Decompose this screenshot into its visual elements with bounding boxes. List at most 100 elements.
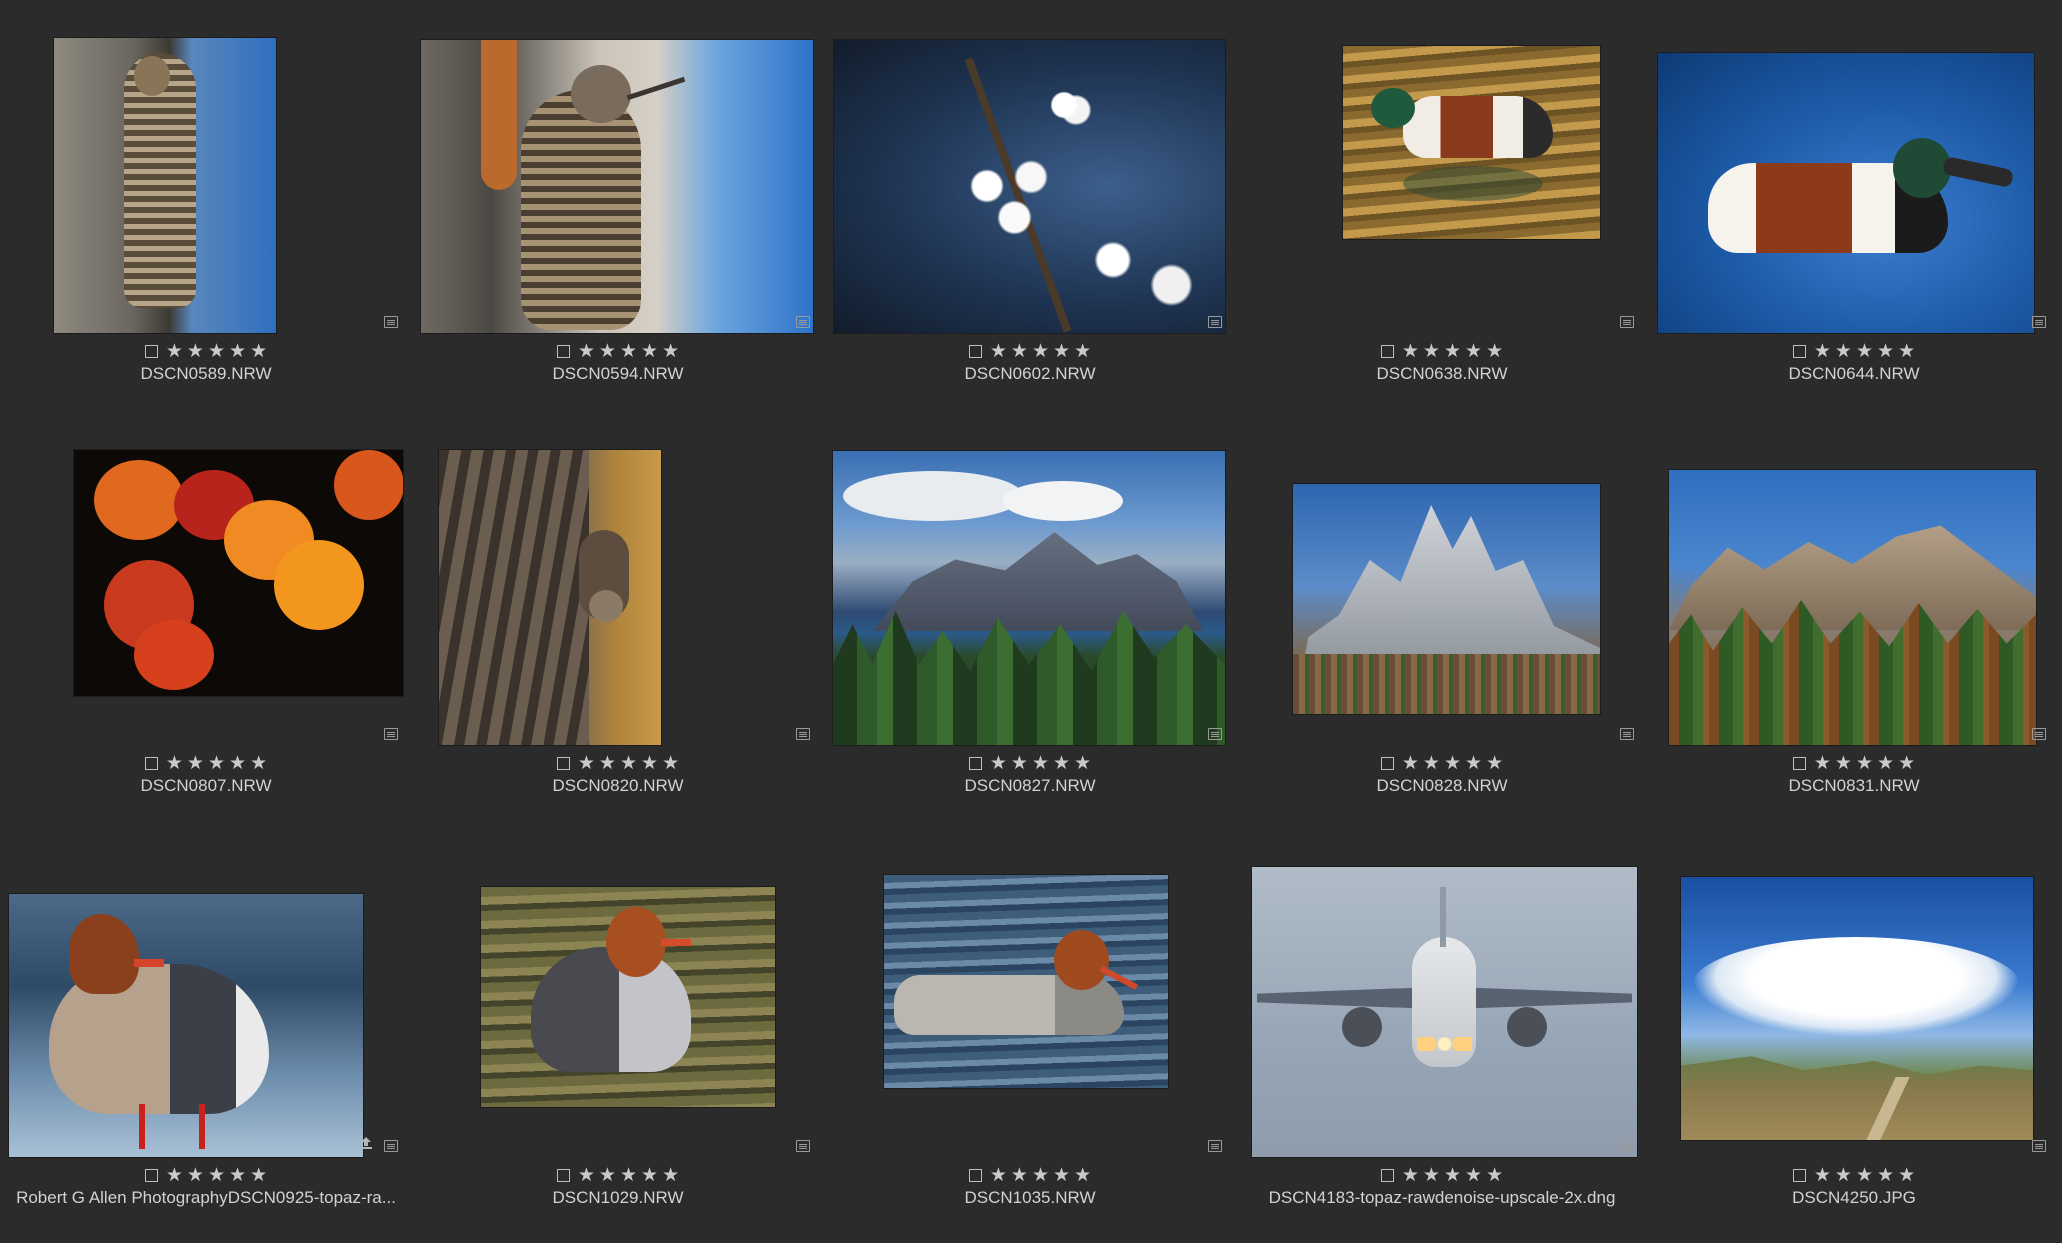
star-icon[interactable]: ★ <box>620 342 637 361</box>
star-icon[interactable]: ★ <box>662 1166 679 1185</box>
star-icon[interactable]: ★ <box>187 754 204 773</box>
star-icon[interactable]: ★ <box>1053 754 1070 773</box>
metadata-icon[interactable] <box>384 728 398 740</box>
star-icon[interactable]: ★ <box>1011 342 1028 361</box>
star-icon[interactable]: ★ <box>620 754 637 773</box>
metadata-icon[interactable] <box>2032 316 2046 328</box>
metadata-icon[interactable] <box>384 1140 398 1152</box>
star-icon[interactable]: ★ <box>990 342 1007 361</box>
star-icon[interactable]: ★ <box>187 342 204 361</box>
star-icon[interactable]: ★ <box>1486 754 1503 773</box>
file-name[interactable]: DSCN1035.NRW <box>824 1188 1236 1208</box>
star-icon[interactable]: ★ <box>166 754 183 773</box>
star-icon[interactable]: ★ <box>1877 754 1894 773</box>
star-icon[interactable]: ★ <box>1423 754 1440 773</box>
star-icon[interactable]: ★ <box>662 754 679 773</box>
star-icon[interactable]: ★ <box>250 342 267 361</box>
flag-checkbox[interactable] <box>556 344 570 358</box>
metadata-icon[interactable] <box>1620 728 1634 740</box>
star-icon[interactable]: ★ <box>1053 342 1070 361</box>
metadata-icon[interactable] <box>796 728 810 740</box>
star-icon[interactable]: ★ <box>250 1166 267 1185</box>
metadata-icon[interactable] <box>1620 316 1634 328</box>
file-name[interactable]: DSCN0644.NRW <box>1648 364 2060 384</box>
star-icon[interactable]: ★ <box>1814 754 1831 773</box>
star-icon[interactable]: ★ <box>1898 754 1915 773</box>
star-icon[interactable]: ★ <box>1814 342 1831 361</box>
metadata-icon[interactable] <box>1208 728 1222 740</box>
thumbnail-image[interactable] <box>833 451 1225 745</box>
flag-checkbox[interactable] <box>1792 1168 1806 1182</box>
file-name[interactable]: DSCN4250.JPG <box>1648 1188 2060 1208</box>
file-name[interactable]: DSCN0638.NRW <box>1236 364 1648 384</box>
thumbnail-image[interactable] <box>1669 470 2036 745</box>
star-icon[interactable]: ★ <box>578 754 595 773</box>
flag-checkbox[interactable] <box>556 756 570 770</box>
star-icon[interactable]: ★ <box>1877 342 1894 361</box>
star-icon[interactable]: ★ <box>1465 754 1482 773</box>
thumbnail-image[interactable] <box>74 450 403 696</box>
thumbnail-image[interactable] <box>1252 867 1637 1157</box>
star-icon[interactable]: ★ <box>990 1166 1007 1185</box>
thumbnail-image[interactable] <box>421 40 813 333</box>
star-icon[interactable]: ★ <box>1011 754 1028 773</box>
flag-checkbox[interactable] <box>556 1168 570 1182</box>
star-icon[interactable]: ★ <box>1032 1166 1049 1185</box>
metadata-icon[interactable] <box>796 1140 810 1152</box>
star-icon[interactable]: ★ <box>250 754 267 773</box>
thumbnail-image[interactable] <box>439 450 661 745</box>
star-icon[interactable]: ★ <box>208 342 225 361</box>
star-icon[interactable]: ★ <box>1053 1166 1070 1185</box>
thumbnail-image[interactable] <box>834 40 1225 333</box>
star-icon[interactable]: ★ <box>641 342 658 361</box>
star-icon[interactable]: ★ <box>1074 754 1091 773</box>
flag-checkbox[interactable] <box>1380 756 1394 770</box>
thumbnail-image[interactable] <box>1293 484 1600 714</box>
file-name[interactable]: DSCN0831.NRW <box>1648 776 2060 796</box>
star-icon[interactable]: ★ <box>1444 342 1461 361</box>
flag-checkbox[interactable] <box>1792 344 1806 358</box>
flag-checkbox[interactable] <box>1792 756 1806 770</box>
file-name[interactable]: DSCN0828.NRW <box>1236 776 1648 796</box>
metadata-icon[interactable] <box>2032 728 2046 740</box>
star-icon[interactable]: ★ <box>641 1166 658 1185</box>
star-icon[interactable]: ★ <box>1465 1166 1482 1185</box>
star-icon[interactable]: ★ <box>1856 342 1873 361</box>
star-icon[interactable]: ★ <box>1898 1166 1915 1185</box>
export-icon[interactable] <box>358 1136 374 1150</box>
star-icon[interactable]: ★ <box>1032 754 1049 773</box>
star-icon[interactable]: ★ <box>1444 1166 1461 1185</box>
thumbnail-image[interactable] <box>9 894 363 1157</box>
star-icon[interactable]: ★ <box>187 1166 204 1185</box>
star-icon[interactable]: ★ <box>208 754 225 773</box>
star-icon[interactable]: ★ <box>166 342 183 361</box>
metadata-icon[interactable] <box>1208 1140 1222 1152</box>
flag-checkbox[interactable] <box>968 756 982 770</box>
star-icon[interactable]: ★ <box>990 754 1007 773</box>
metadata-icon[interactable] <box>1620 1140 1634 1152</box>
star-icon[interactable]: ★ <box>1486 1166 1503 1185</box>
star-icon[interactable]: ★ <box>1877 1166 1894 1185</box>
star-icon[interactable]: ★ <box>1856 754 1873 773</box>
flag-checkbox[interactable] <box>144 756 158 770</box>
thumbnail-image[interactable] <box>54 38 276 333</box>
file-name[interactable]: DSCN0589.NRW <box>0 364 412 384</box>
star-icon[interactable]: ★ <box>208 1166 225 1185</box>
flag-checkbox[interactable] <box>1380 344 1394 358</box>
star-icon[interactable]: ★ <box>229 754 246 773</box>
thumbnail-image[interactable] <box>884 875 1168 1088</box>
star-icon[interactable]: ★ <box>578 1166 595 1185</box>
flag-checkbox[interactable] <box>1380 1168 1394 1182</box>
vertical-scrollbar[interactable] <box>2052 0 2062 1243</box>
file-name[interactable]: DSCN0807.NRW <box>0 776 412 796</box>
star-icon[interactable]: ★ <box>1465 342 1482 361</box>
star-icon[interactable]: ★ <box>1444 754 1461 773</box>
star-icon[interactable]: ★ <box>1835 342 1852 361</box>
star-icon[interactable]: ★ <box>1835 754 1852 773</box>
metadata-icon[interactable] <box>384 316 398 328</box>
file-name[interactable]: Robert G Allen PhotographyDSCN0925-topaz… <box>0 1188 412 1208</box>
star-icon[interactable]: ★ <box>229 342 246 361</box>
star-icon[interactable]: ★ <box>641 754 658 773</box>
file-name[interactable]: DSCN0602.NRW <box>824 364 1236 384</box>
star-icon[interactable]: ★ <box>1423 1166 1440 1185</box>
